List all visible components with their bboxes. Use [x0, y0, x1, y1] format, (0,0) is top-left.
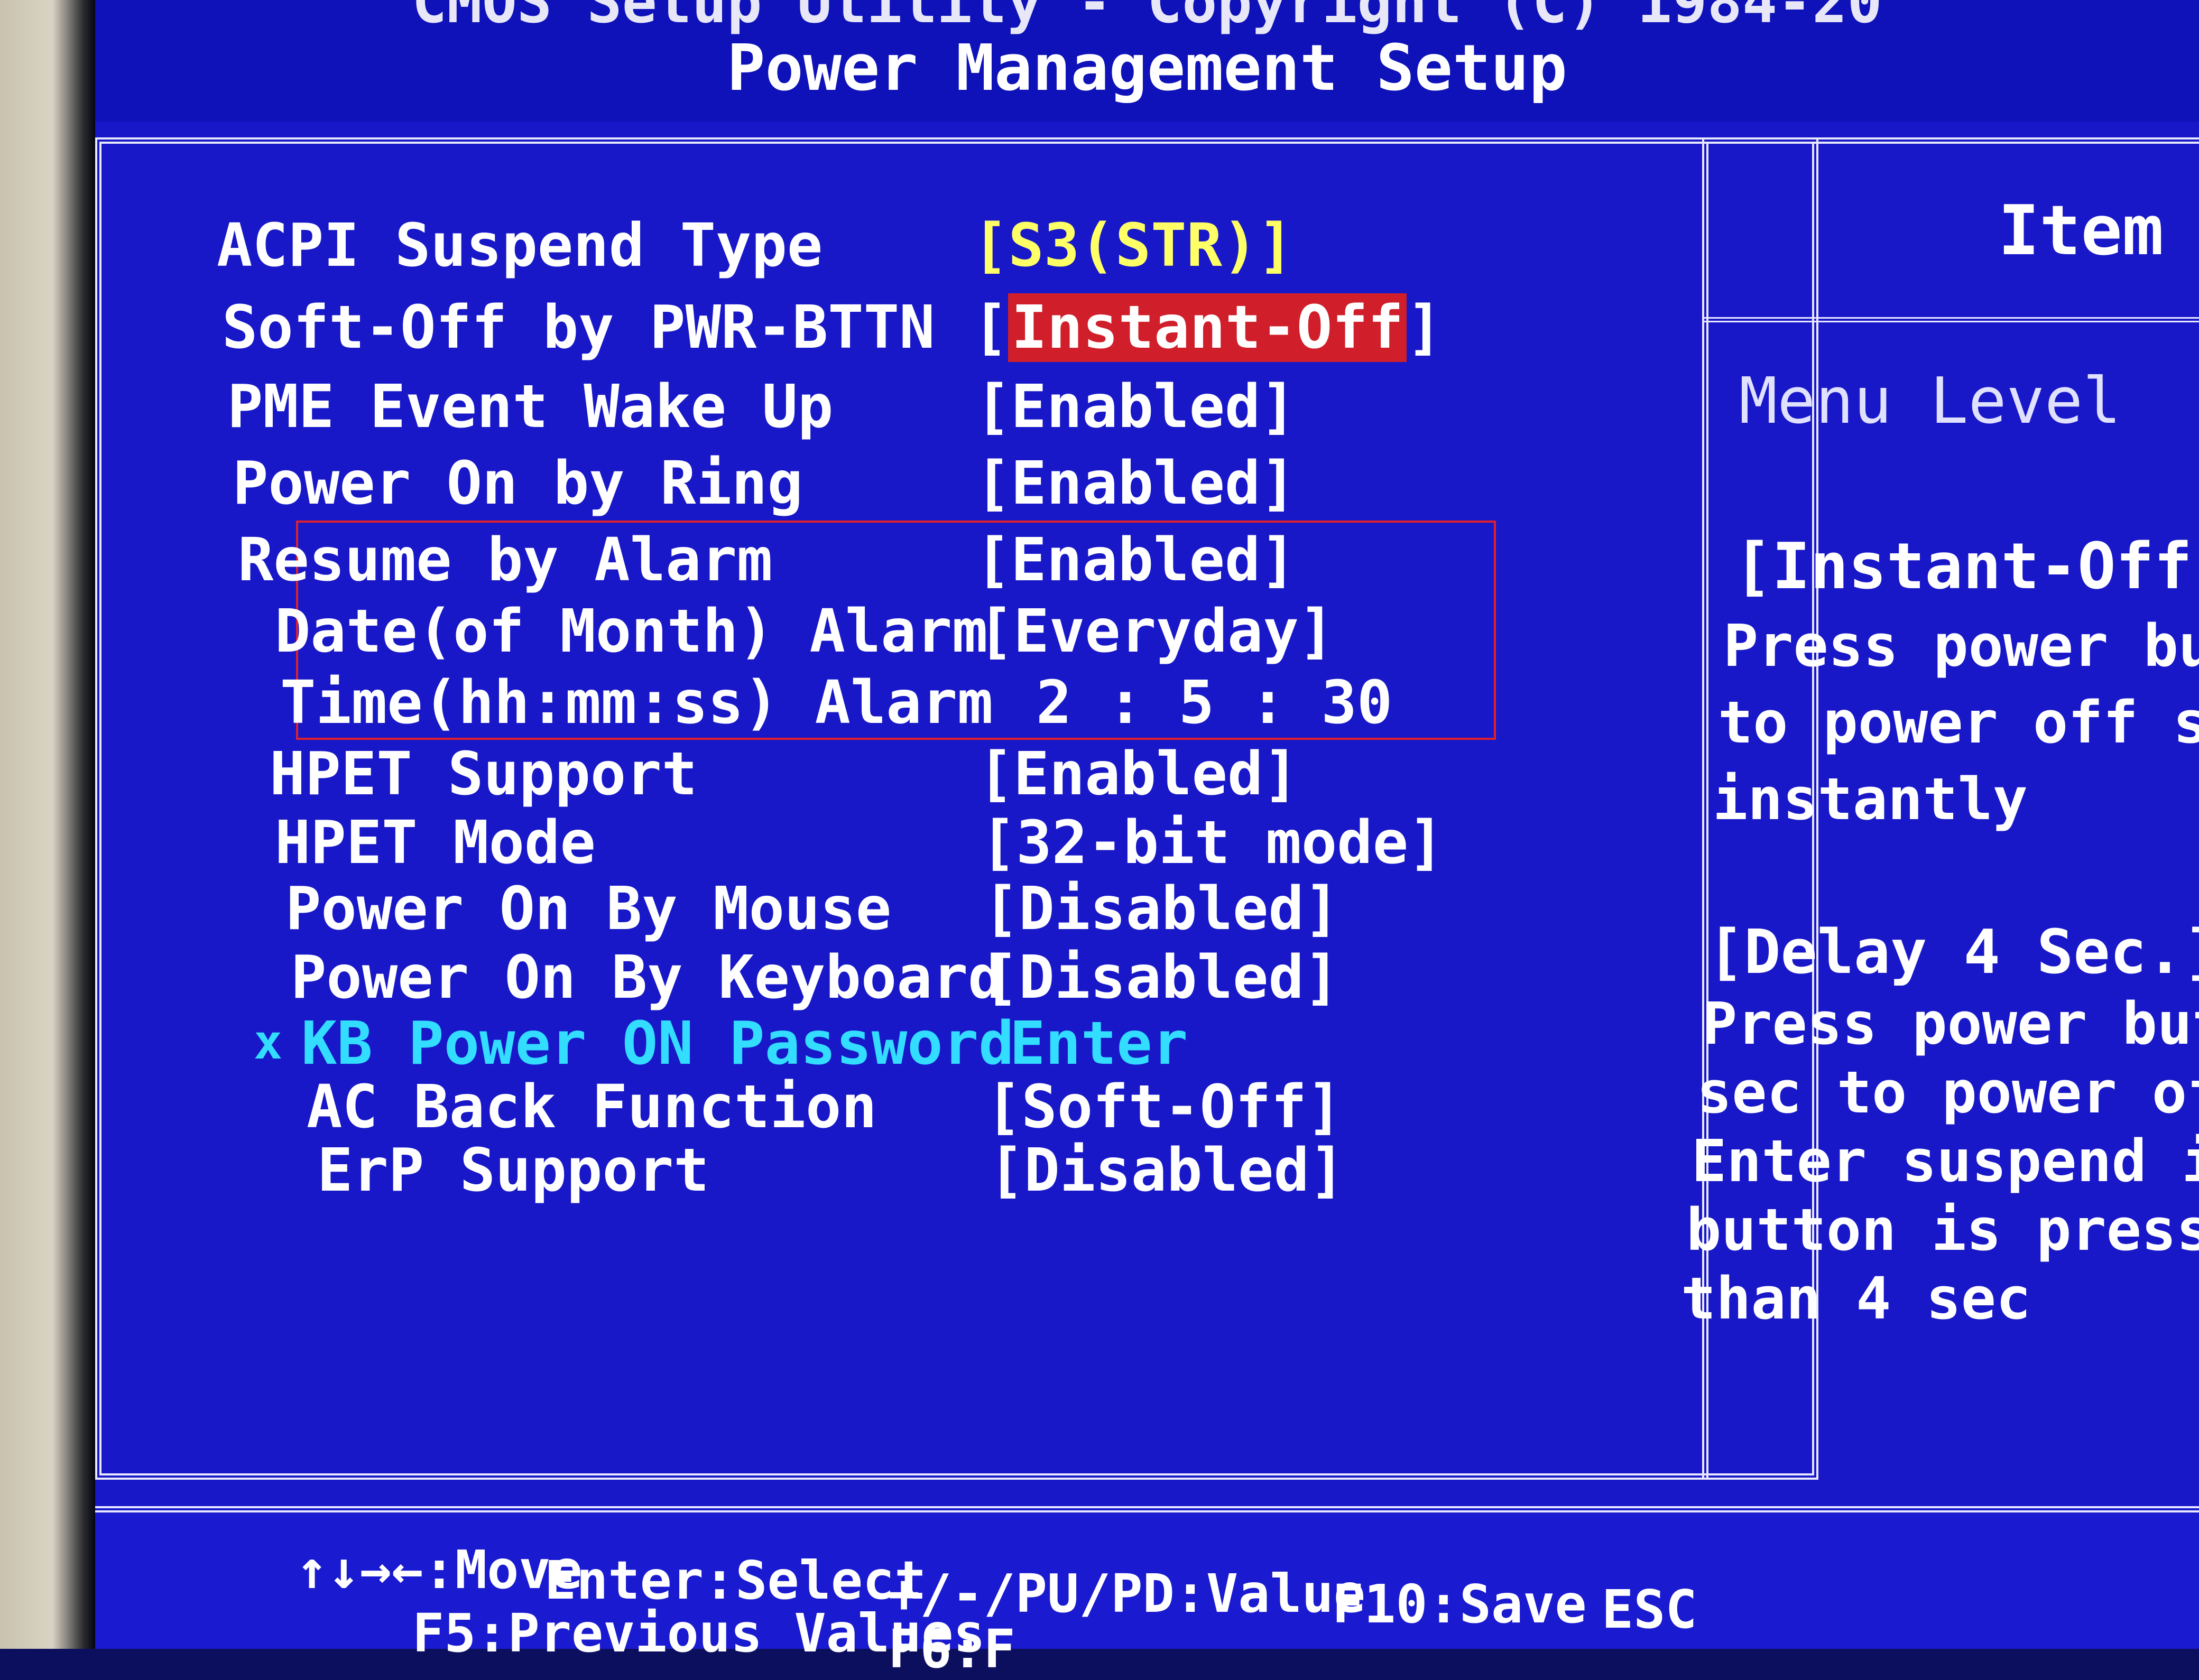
setting-label: ACPI Suspend Type: [217, 211, 823, 280]
unavailable-x-icon: x: [254, 1015, 283, 1070]
help-line: to power off sy: [1718, 689, 2199, 756]
bracket-close: ]: [1407, 293, 1443, 362]
bios-header: CMOS Setup Utility - Copyright (C) 1984-…: [95, 0, 2199, 122]
setting-value[interactable]: [Enabled]: [975, 449, 1296, 518]
setting-value[interactable]: [Disabled]: [988, 1136, 1345, 1205]
setting-label: Date(of Month) Alarm: [275, 597, 988, 666]
key-esc: ESC: [1602, 1579, 1697, 1640]
help-line: Enter suspend if: [1692, 1127, 2199, 1195]
setting-label: Resume by Alarm: [238, 526, 773, 595]
help-line: Press power butt: [1702, 990, 2199, 1057]
key-save: F10:Save: [1332, 1573, 1587, 1635]
setting-value[interactable]: [Enabled]: [978, 740, 1299, 809]
setting-label: KB Power ON Password: [301, 1009, 1014, 1078]
setting-label: ErP Support: [317, 1136, 709, 1205]
help-line: Press power but: [1723, 612, 2199, 680]
help-line: [Instant-Off]: [1734, 530, 2199, 604]
setting-label: PME Event Wake Up: [227, 373, 834, 441]
setting-value[interactable]: [Disabled]: [983, 875, 1339, 943]
menu-level-label: Menu Level: [1739, 365, 2121, 438]
setting-label: Soft-Off by PWR-BTTN: [222, 293, 935, 362]
key-move: ↑↓→←:Move: [296, 1539, 583, 1601]
help-line: instantly: [1713, 765, 2028, 833]
setting-value[interactable]: [Everyday]: [978, 597, 1334, 666]
item-help-title: Item H: [1998, 190, 2199, 271]
setting-label: Time(hh:mm:ss) Alarm: [280, 669, 993, 737]
bios-copyright-line: CMOS Setup Utility - Copyright (C) 1984-…: [412, 0, 1882, 36]
setting-label: HPET Mode: [275, 809, 596, 877]
help-line: than 4 sec: [1681, 1265, 2031, 1332]
setting-value[interactable]: [Enabled]: [975, 373, 1296, 441]
setting-value[interactable]: [Enabled]: [975, 526, 1296, 595]
key-legend-footer: ↑↓→←:Move Enter:Select +/-/PU/PD:Value F…: [95, 1506, 2199, 1680]
key-f6: F6:F: [888, 1618, 1015, 1680]
setting-value: Enter: [1010, 1009, 1188, 1078]
setting-value-selected[interactable]: [Instant-Off]: [973, 293, 1443, 362]
setting-label: AC Back Function: [307, 1073, 877, 1141]
setting-value[interactable]: [32-bit mode]: [981, 809, 1444, 877]
selected-value-highlight[interactable]: Instant-Off: [1008, 293, 1407, 362]
setting-label: Power On by Ring: [233, 449, 803, 518]
setting-label: Power On By Mouse: [285, 875, 892, 943]
page-title: Power Management Setup: [727, 32, 1567, 105]
bios-screen: CMOS Setup Utility - Copyright (C) 1984-…: [95, 0, 2199, 1680]
bracket-open: [: [973, 293, 1009, 362]
menu-level: Menu Level▶: [1739, 365, 2199, 438]
setting-value[interactable]: [Disabled]: [983, 943, 1339, 1012]
setting-label: Power On By Keyboard: [291, 943, 1004, 1012]
setting-value[interactable]: [Soft-Off]: [986, 1073, 1342, 1141]
setting-value[interactable]: [S3(STR)]: [973, 211, 1293, 280]
help-line: sec to power off.: [1697, 1059, 2199, 1126]
monitor-bezel: [0, 0, 95, 1649]
setting-label: HPET Support: [270, 740, 698, 809]
help-line: [Delay 4 Sec.]: [1707, 917, 2199, 988]
setting-value[interactable]: 2 : 5 : 30: [1036, 669, 1392, 737]
help-divider: [1702, 317, 2199, 322]
help-line: button is pressed: [1686, 1196, 2199, 1264]
